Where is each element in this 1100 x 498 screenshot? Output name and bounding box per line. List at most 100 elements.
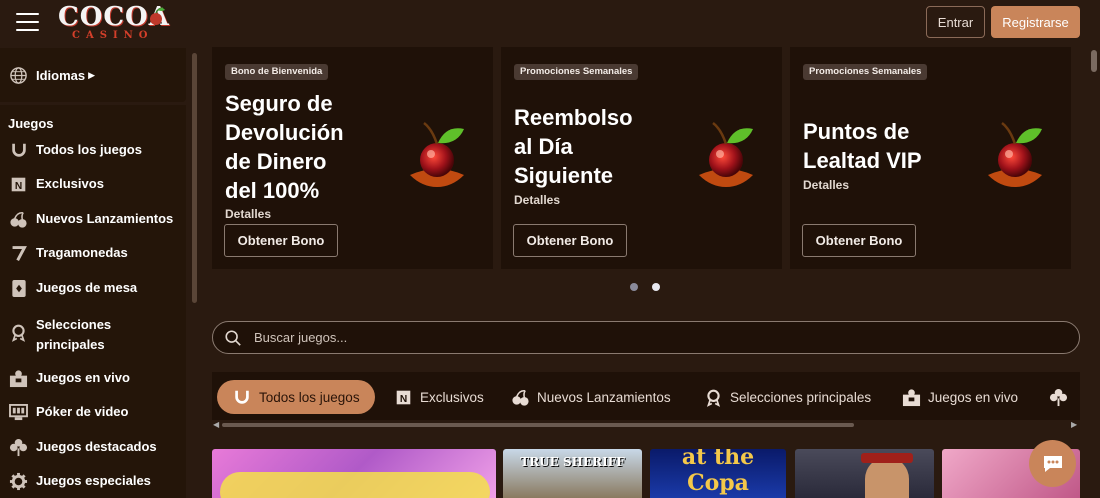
exclusive-badge-icon: N bbox=[393, 387, 413, 407]
tab-destacados[interactable] bbox=[1048, 380, 1075, 414]
menu-icon[interactable] bbox=[16, 13, 39, 31]
promo-card-vip[interactable]: Promociones Semanales Puntos de Lealtad … bbox=[790, 47, 1071, 269]
game-tile[interactable]: at the Copa bbox=[650, 449, 786, 498]
sidebar-item-destacados[interactable]: Juegos destacados bbox=[0, 432, 186, 462]
game-tile[interactable] bbox=[212, 449, 496, 498]
games-section: Juegos Todos los juegos N Exclusivos Nue… bbox=[0, 105, 186, 498]
sidebar-item-mesa[interactable]: Juegos de mesa bbox=[0, 273, 186, 303]
promo-title: Puntos de Lealtad VIP bbox=[803, 119, 922, 173]
live-dealer-icon bbox=[9, 369, 28, 388]
tab-label: Nuevos Lanzamientos bbox=[537, 389, 671, 405]
exclusive-badge-icon: N bbox=[9, 175, 28, 194]
promo-title: Reembolso al Día Siguiente bbox=[514, 105, 633, 188]
sidebar-item-label: Tragamonedas bbox=[36, 245, 128, 260]
sidebar-item-label: Exclusivos bbox=[36, 176, 104, 191]
seven-icon bbox=[9, 244, 28, 263]
promo-title: Seguro de Devolución de Dinero del 100% bbox=[225, 91, 344, 203]
scroll-left-icon[interactable]: ◀ bbox=[213, 420, 219, 429]
get-bonus-button[interactable]: Obtener Bono bbox=[224, 224, 338, 257]
search-bar bbox=[212, 321, 1080, 354]
tab-vivo[interactable]: Juegos en vivo bbox=[901, 380, 1018, 414]
logo[interactable]: COCOA CASINO bbox=[58, 4, 170, 44]
sidebar-item-label: Juegos destacados bbox=[36, 439, 157, 454]
logo-subtext: CASINO bbox=[72, 30, 154, 41]
tab-label: Selecciones principales bbox=[730, 389, 872, 405]
sidebar-item-nuevos[interactable]: Nuevos Lanzamientos bbox=[0, 204, 186, 234]
live-dealer-icon bbox=[901, 387, 921, 407]
promo-card-welcome[interactable]: Bono de Bienvenida Seguro de Devolución … bbox=[212, 47, 493, 269]
horseshoe-icon bbox=[232, 387, 252, 407]
clover-icon bbox=[9, 438, 28, 457]
tab-label: Todos los juegos bbox=[259, 389, 360, 405]
promo-tag: Bono de Bienvenida bbox=[225, 64, 329, 80]
language-label: Idiomas bbox=[36, 67, 86, 83]
svg-text:N: N bbox=[15, 180, 22, 191]
sidebar-item-label: Póker de video bbox=[36, 404, 129, 419]
page-scrollbar[interactable] bbox=[1091, 50, 1097, 72]
scroll-right-icon[interactable]: ▶ bbox=[1071, 420, 1077, 429]
tab-label: Juegos en vivo bbox=[928, 389, 1019, 405]
video-poker-icon bbox=[9, 403, 28, 422]
sidebar-item-vivo[interactable]: Juegos en vivo bbox=[0, 363, 186, 393]
award-ribbon-icon bbox=[703, 387, 723, 407]
game-title: TRUE SHERIFF bbox=[520, 455, 625, 469]
tab-nuevos[interactable]: Nuevos Lanzamientos bbox=[510, 380, 671, 414]
language-selector[interactable]: Idiomas ▶ bbox=[0, 48, 186, 102]
tab-exclusivos[interactable]: N Exclusivos bbox=[393, 380, 484, 414]
cherry-icon bbox=[988, 122, 1042, 187]
sidebar-item-label: Selecciones principales bbox=[36, 317, 112, 352]
get-bonus-button[interactable]: Obtener Bono bbox=[513, 224, 627, 257]
sidebar-item-especiales[interactable]: Juegos especiales bbox=[0, 466, 186, 496]
section-heading: Juegos bbox=[8, 116, 54, 131]
award-ribbon-icon bbox=[9, 323, 28, 342]
cherries-icon bbox=[510, 387, 530, 407]
login-button[interactable]: Entrar bbox=[926, 6, 985, 38]
sidebar-item-label: Juegos de mesa bbox=[36, 280, 138, 295]
sidebar: Idiomas ▶ Juegos Todos los juegos N Excl… bbox=[0, 45, 200, 498]
card-icon bbox=[9, 279, 28, 298]
promo-card-cashback[interactable]: Promociones Semanales Reembolso al Día S… bbox=[501, 47, 782, 269]
sidebar-item-label: Juegos especiales bbox=[36, 473, 151, 488]
promo-tag: Promociones Semanales bbox=[803, 64, 928, 80]
globe-icon bbox=[10, 66, 27, 84]
promo-tag: Promociones Semanales bbox=[514, 64, 639, 80]
cherry-icon bbox=[699, 122, 753, 187]
horseshoe-icon bbox=[9, 141, 28, 160]
carousel-dot-active[interactable] bbox=[652, 283, 660, 291]
sidebar-item-label: Nuevos Lanzamientos bbox=[36, 211, 174, 226]
cherry-icon bbox=[410, 122, 464, 187]
sidebar-scrollbar[interactable] bbox=[192, 53, 197, 303]
promo-details-link[interactable]: Detalles bbox=[225, 207, 271, 221]
sidebar-item-tragamonedas[interactable]: Tragamonedas bbox=[0, 238, 186, 268]
game-title: at the Copa bbox=[681, 449, 755, 496]
cherry-logo-icon bbox=[150, 7, 165, 25]
sidebar-item-selecciones[interactable]: Selecciones principales bbox=[0, 312, 186, 352]
sidebar-item-exclusivos[interactable]: N Exclusivos bbox=[0, 169, 186, 199]
tab-label: Exclusivos bbox=[420, 389, 484, 405]
tab-todos[interactable]: Todos los juegos bbox=[217, 380, 375, 414]
game-tile[interactable] bbox=[795, 449, 934, 498]
get-bonus-button[interactable]: Obtener Bono bbox=[802, 224, 916, 257]
top-bar: COCOA CASINO Entrar Registrarse bbox=[0, 0, 1100, 45]
caret-right-icon: ▶ bbox=[88, 69, 96, 80]
game-tile[interactable]: TRUE SHERIFF bbox=[503, 449, 642, 498]
search-icon[interactable] bbox=[224, 329, 242, 347]
promo-details-link[interactable]: Detalles bbox=[803, 178, 849, 192]
register-button[interactable]: Registrarse bbox=[991, 6, 1080, 38]
sidebar-item-poker[interactable]: Póker de video bbox=[0, 397, 186, 427]
chat-button[interactable] bbox=[1029, 440, 1076, 487]
tab-selecciones[interactable]: Selecciones principales bbox=[703, 380, 871, 414]
promo-details-link[interactable]: Detalles bbox=[514, 193, 560, 207]
chat-bubble-icon bbox=[1043, 455, 1062, 472]
svg-text:N: N bbox=[399, 393, 406, 404]
carousel-dot[interactable] bbox=[630, 283, 638, 291]
tabs-scrollbar[interactable] bbox=[222, 423, 854, 427]
sidebar-item-label: Juegos en vivo bbox=[36, 370, 130, 385]
sidebar-item-label: Todos los juegos bbox=[36, 142, 142, 157]
search-input[interactable] bbox=[254, 330, 1054, 345]
gear-icon bbox=[9, 472, 28, 491]
category-tabs: Todos los juegos N Exclusivos Nuevos Lan… bbox=[212, 372, 1080, 420]
sidebar-item-todos[interactable]: Todos los juegos bbox=[0, 135, 186, 165]
cherries-icon bbox=[9, 210, 28, 229]
clover-icon bbox=[1048, 387, 1068, 407]
